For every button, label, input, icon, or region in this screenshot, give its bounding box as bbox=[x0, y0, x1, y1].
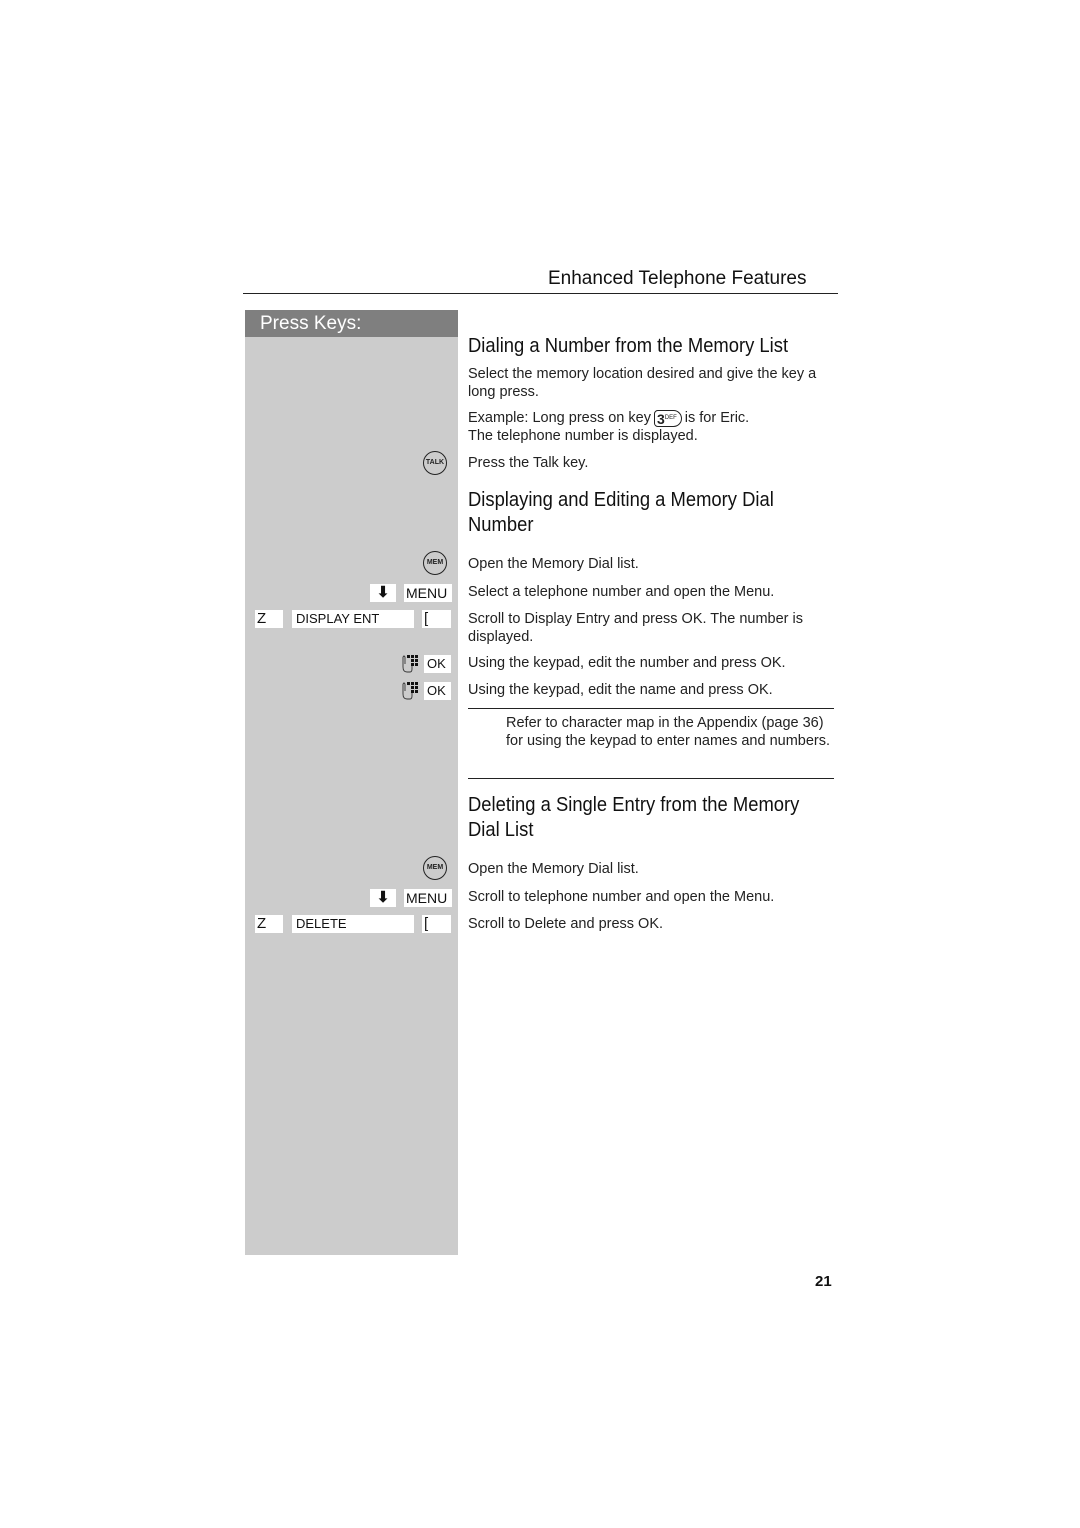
bracket-key: [ bbox=[422, 915, 451, 933]
z-key: Z bbox=[255, 610, 283, 628]
note-divider-top bbox=[468, 708, 834, 709]
section2-step-3: Scroll to Display Entry and press OK. Th… bbox=[468, 611, 803, 645]
press-keys-header: Press Keys: bbox=[245, 310, 458, 337]
mem-key-icon: MEM bbox=[423, 856, 447, 880]
ok-key: OK bbox=[424, 682, 451, 700]
note-text: Refer to character map in the Appendix (… bbox=[506, 715, 831, 749]
section2-step-4: Using the keypad, edit the number and pr… bbox=[468, 655, 786, 671]
delete-display: DELETE bbox=[292, 915, 414, 933]
example-suffix: is for Eric. bbox=[684, 410, 750, 426]
section2-step-2: Select a telephone number and open the M… bbox=[468, 584, 775, 600]
menu-key: MENU bbox=[404, 584, 452, 602]
example-line-2: The telephone number is displayed. bbox=[468, 428, 698, 444]
section1-paragraph-3: Press the Talk key. bbox=[468, 455, 589, 471]
press-keys-column bbox=[245, 310, 458, 1255]
talk-key-icon: TALK bbox=[423, 451, 447, 475]
menu-key: MENU bbox=[404, 889, 452, 907]
section1-paragraph-1: Select the memory location desired and g… bbox=[468, 366, 817, 400]
down-arrow-icon: ⬇ bbox=[370, 584, 396, 602]
down-arrow-icon: ⬇ bbox=[370, 889, 396, 907]
section3-step-3: Scroll to Delete and press OK. bbox=[468, 916, 664, 932]
running-head: Enhanced Telephone Features bbox=[548, 268, 807, 289]
mem-key-icon: MEM bbox=[423, 551, 447, 575]
section-title-dialing: Dialing a Number from the Memory List bbox=[468, 335, 789, 357]
keypad-icon bbox=[402, 682, 418, 700]
ok-key: OK bbox=[424, 655, 451, 673]
section2-step-1: Open the Memory Dial list. bbox=[468, 556, 639, 572]
example-prefix: Example: Long press on key bbox=[468, 410, 651, 426]
key-3-icon: 3DEF bbox=[653, 410, 682, 427]
note-divider-bottom bbox=[468, 778, 834, 779]
keypad-icon bbox=[402, 655, 418, 673]
section3-step-2: Scroll to telephone number and open the … bbox=[468, 889, 775, 905]
header-divider bbox=[243, 293, 838, 294]
section1-paragraph-2: Example: Long press on key 3DEF is for Eri… bbox=[468, 409, 838, 445]
display-entry-display: DISPLAY ENT bbox=[292, 610, 414, 628]
section3-step-1: Open the Memory Dial list. bbox=[468, 861, 639, 877]
bracket-key: [ bbox=[422, 610, 451, 628]
section-title-displaying: Displaying and Editing a Memory Dial Num… bbox=[468, 489, 774, 536]
section-title-deleting: Deleting a Single Entry from the Memory … bbox=[468, 794, 800, 841]
z-key: Z bbox=[255, 915, 283, 933]
page-number: 21 bbox=[815, 1273, 832, 1290]
section2-step-5: Using the keypad, edit the name and pres… bbox=[468, 682, 773, 698]
press-keys-label: Press Keys: bbox=[260, 313, 362, 334]
